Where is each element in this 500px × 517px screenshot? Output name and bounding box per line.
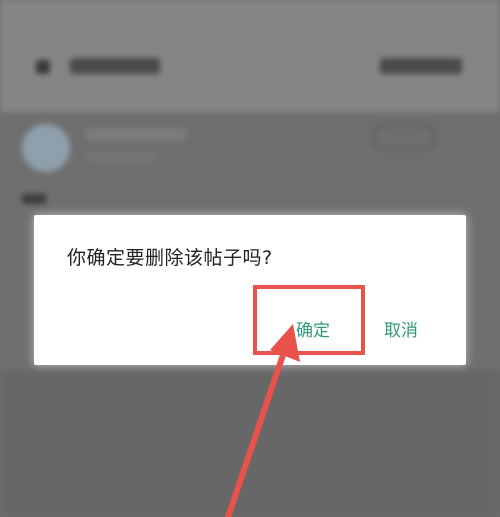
dialog-message: 你确定要删除该帖子吗?: [67, 247, 273, 269]
content-area: [0, 370, 500, 517]
header-area: [0, 0, 500, 112]
cancel-button[interactable]: 取消: [384, 316, 418, 341]
follow-button-placeholder: [372, 124, 436, 150]
username-placeholder: [86, 128, 186, 140]
header-title-placeholder: [70, 58, 160, 74]
avatar: [22, 124, 70, 172]
delete-confirm-dialog: 你确定要删除该帖子吗? 确定 取消: [34, 215, 466, 365]
header-action-placeholder: [380, 58, 462, 74]
post-text-placeholder: [22, 194, 46, 204]
highlight-box: [253, 285, 365, 355]
back-icon: [36, 60, 50, 74]
post-meta-placeholder: [86, 152, 156, 162]
